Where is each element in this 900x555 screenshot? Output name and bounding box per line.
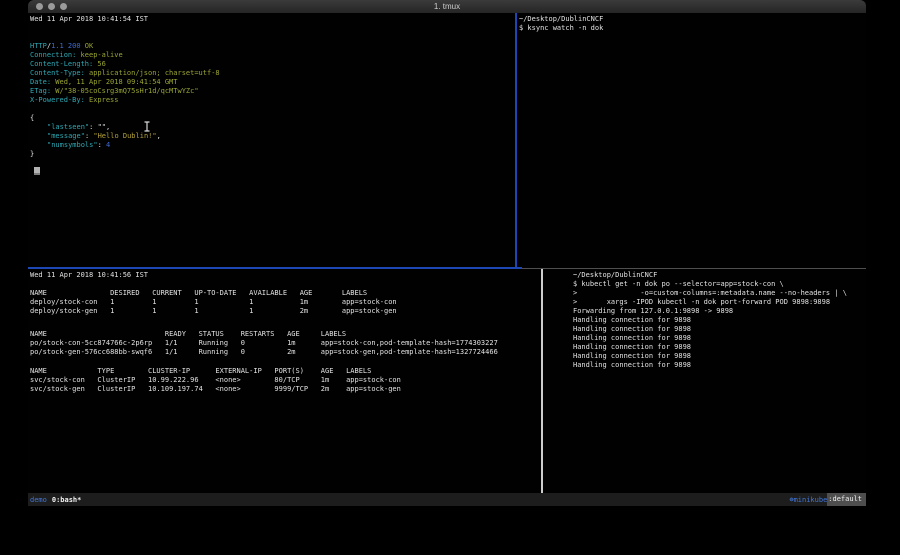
- header-value: keep-alive: [76, 51, 122, 59]
- pane-port-forward[interactable]: ~/Desktop/DublinCNCF $ kubectl get -n do…: [542, 269, 866, 493]
- http-header-line: ETag:W/"38-05coCsrg3mQ75sHr1d/qcMTwYZc": [30, 87, 220, 96]
- http-header-line: X-Powered-By:Express: [30, 96, 220, 105]
- handling-line: Handling connection for 9898: [573, 343, 847, 352]
- table-header: NAME READY STATUS RESTARTS AGE LABELS: [30, 330, 498, 339]
- http-header-line: Content-Length:56: [30, 60, 220, 69]
- http-reason: OK: [81, 42, 94, 50]
- kube-namespace: :default: [827, 493, 866, 506]
- header-value: W/"38-05coCsrg3mQ75sHr1d/qcMTwYZc": [51, 87, 198, 95]
- json-key: "message": [47, 132, 85, 140]
- http-header-line: Date:Wed, 11 Apr 2018 09:41:54 GMT: [30, 78, 220, 87]
- table-header: NAME TYPE CLUSTER-IP EXTERNAL-IP PORT(S)…: [30, 367, 401, 376]
- header-name: Content-Length:: [30, 60, 93, 68]
- json-colon: :: [98, 141, 106, 149]
- pane-border-horizontal[interactable]: [522, 268, 866, 269]
- handling-line: Handling connection for 9898: [573, 334, 847, 343]
- tmux-terminal: Wed 11 Apr 2018 10:41:54 IST HTTP/1.1 20…: [28, 13, 866, 506]
- deployments-table: NAME DESIRED CURRENT UP-TO-DATE AVAILABL…: [30, 289, 397, 316]
- json-close-brace: }: [30, 150, 220, 159]
- window-title: 1. tmux: [28, 2, 866, 11]
- header-name: Content-Type:: [30, 69, 85, 77]
- command-line: $ kubectl get -n dok po --selector=app=s…: [573, 280, 847, 289]
- header-value: 56: [93, 60, 106, 68]
- mouse-ibeam-cursor: [143, 121, 151, 132]
- timestamp-line: Wed 11 Apr 2018 10:41:56 IST: [30, 271, 541, 280]
- table-row: deploy/stock-gen 1 1 1 1 2m app=stock-ge…: [30, 307, 397, 316]
- timestamp-line: Wed 11 Apr 2018 10:41:54 IST: [30, 15, 220, 24]
- active-pane-border-vertical[interactable]: [515, 13, 517, 268]
- command-line: > xargs -IPOD kubectl -n dok port-forwar…: [573, 298, 847, 307]
- table-row: deploy/stock-con 1 1 1 1 1m app=stock-co…: [30, 298, 397, 307]
- json-value: 4: [106, 141, 110, 149]
- forwarding-line: Forwarding from 127.0.0.1:9898 -> 9898: [573, 307, 847, 316]
- cwd-line: ~/Desktop/DublinCNCF: [573, 271, 847, 280]
- table-row: po/stock-gen-576cc688bb-swqf6 1/1 Runnin…: [30, 348, 498, 357]
- json-field-line: "lastseen": "",: [30, 123, 220, 132]
- pane-http-response[interactable]: Wed 11 Apr 2018 10:41:54 IST HTTP/1.1 20…: [28, 13, 515, 267]
- active-pane-border-horizontal[interactable]: [28, 267, 522, 269]
- header-name: X-Powered-By:: [30, 96, 85, 104]
- session-name: demo: [30, 496, 47, 504]
- handling-line: Handling connection for 9898: [573, 352, 847, 361]
- json-key: "lastseen": [47, 123, 89, 131]
- terminal-window: 1. tmux Wed 11 Apr 2018 10:41:54 IST HTT…: [28, 0, 866, 506]
- table-row: svc/stock-con ClusterIP 10.99.222.96 <no…: [30, 376, 401, 385]
- json-open-brace: {: [30, 114, 220, 123]
- handling-line: Handling connection for 9898: [573, 316, 847, 325]
- command-line: > -o=custom-columns=:metadata.name --no-…: [573, 289, 847, 298]
- table-row: po/stock-con-5cc874766c-2p6rp 1/1 Runnin…: [30, 339, 498, 348]
- json-field-line: "numsymbols": 4: [30, 141, 220, 150]
- http-header-line: Content-Type:application/json; charset=u…: [30, 69, 220, 78]
- http-proto: HTTP: [30, 42, 47, 50]
- titlebar[interactable]: 1. tmux: [28, 0, 866, 13]
- cwd-line: ~/Desktop/DublinCNCF: [519, 15, 603, 24]
- status-left: demo0:bash*: [28, 496, 81, 504]
- tmux-status-bar: demo0:bash* ☸minikube:default: [28, 493, 866, 506]
- http-header-line: Connection:keep-alive: [30, 51, 220, 60]
- json-comma: ,: [106, 123, 110, 131]
- pane-ksync[interactable]: ~/Desktop/DublinCNCF $ ksync watch -n do…: [517, 13, 866, 267]
- header-value: application/json; charset=utf-8: [85, 69, 220, 77]
- header-name: ETag:: [30, 87, 51, 95]
- json-colon: :: [89, 123, 97, 131]
- header-value: Express: [85, 96, 119, 104]
- json-value: "Hello Dublin!": [93, 132, 156, 140]
- http-version: 1.1 200: [51, 42, 81, 50]
- kube-context: minikube: [794, 496, 828, 504]
- header-name: Connection:: [30, 51, 76, 59]
- json-key: "numsymbols": [47, 141, 98, 149]
- table-header: NAME DESIRED CURRENT UP-TO-DATE AVAILABL…: [30, 289, 397, 298]
- table-row: svc/stock-gen ClusterIP 10.109.197.74 <n…: [30, 385, 401, 394]
- json-value: "": [98, 123, 106, 131]
- pane-kubectl-get[interactable]: Wed 11 Apr 2018 10:41:56 IST NAME DESIRE…: [28, 269, 541, 493]
- header-value: Wed, 11 Apr 2018 09:41:54 GMT: [51, 78, 177, 86]
- json-comma: ,: [157, 132, 161, 140]
- terminal-cursor: [34, 167, 40, 175]
- pane-border-vertical[interactable]: [541, 269, 543, 493]
- window-tab-bash[interactable]: 0:bash*: [47, 496, 82, 504]
- header-name: Date:: [30, 78, 51, 86]
- status-right: ☸minikube:default: [789, 493, 866, 506]
- http-status-line: HTTP/1.1 200OK: [30, 42, 220, 51]
- services-table: NAME TYPE CLUSTER-IP EXTERNAL-IP PORT(S)…: [30, 367, 401, 394]
- handling-line: Handling connection for 9898: [573, 325, 847, 334]
- handling-line: Handling connection for 9898: [573, 361, 847, 370]
- json-field-line: "message": "Hello Dublin!",: [30, 132, 220, 141]
- pods-table: NAME READY STATUS RESTARTS AGE LABELS po…: [30, 330, 498, 357]
- command-line: $ ksync watch -n dok: [519, 24, 603, 33]
